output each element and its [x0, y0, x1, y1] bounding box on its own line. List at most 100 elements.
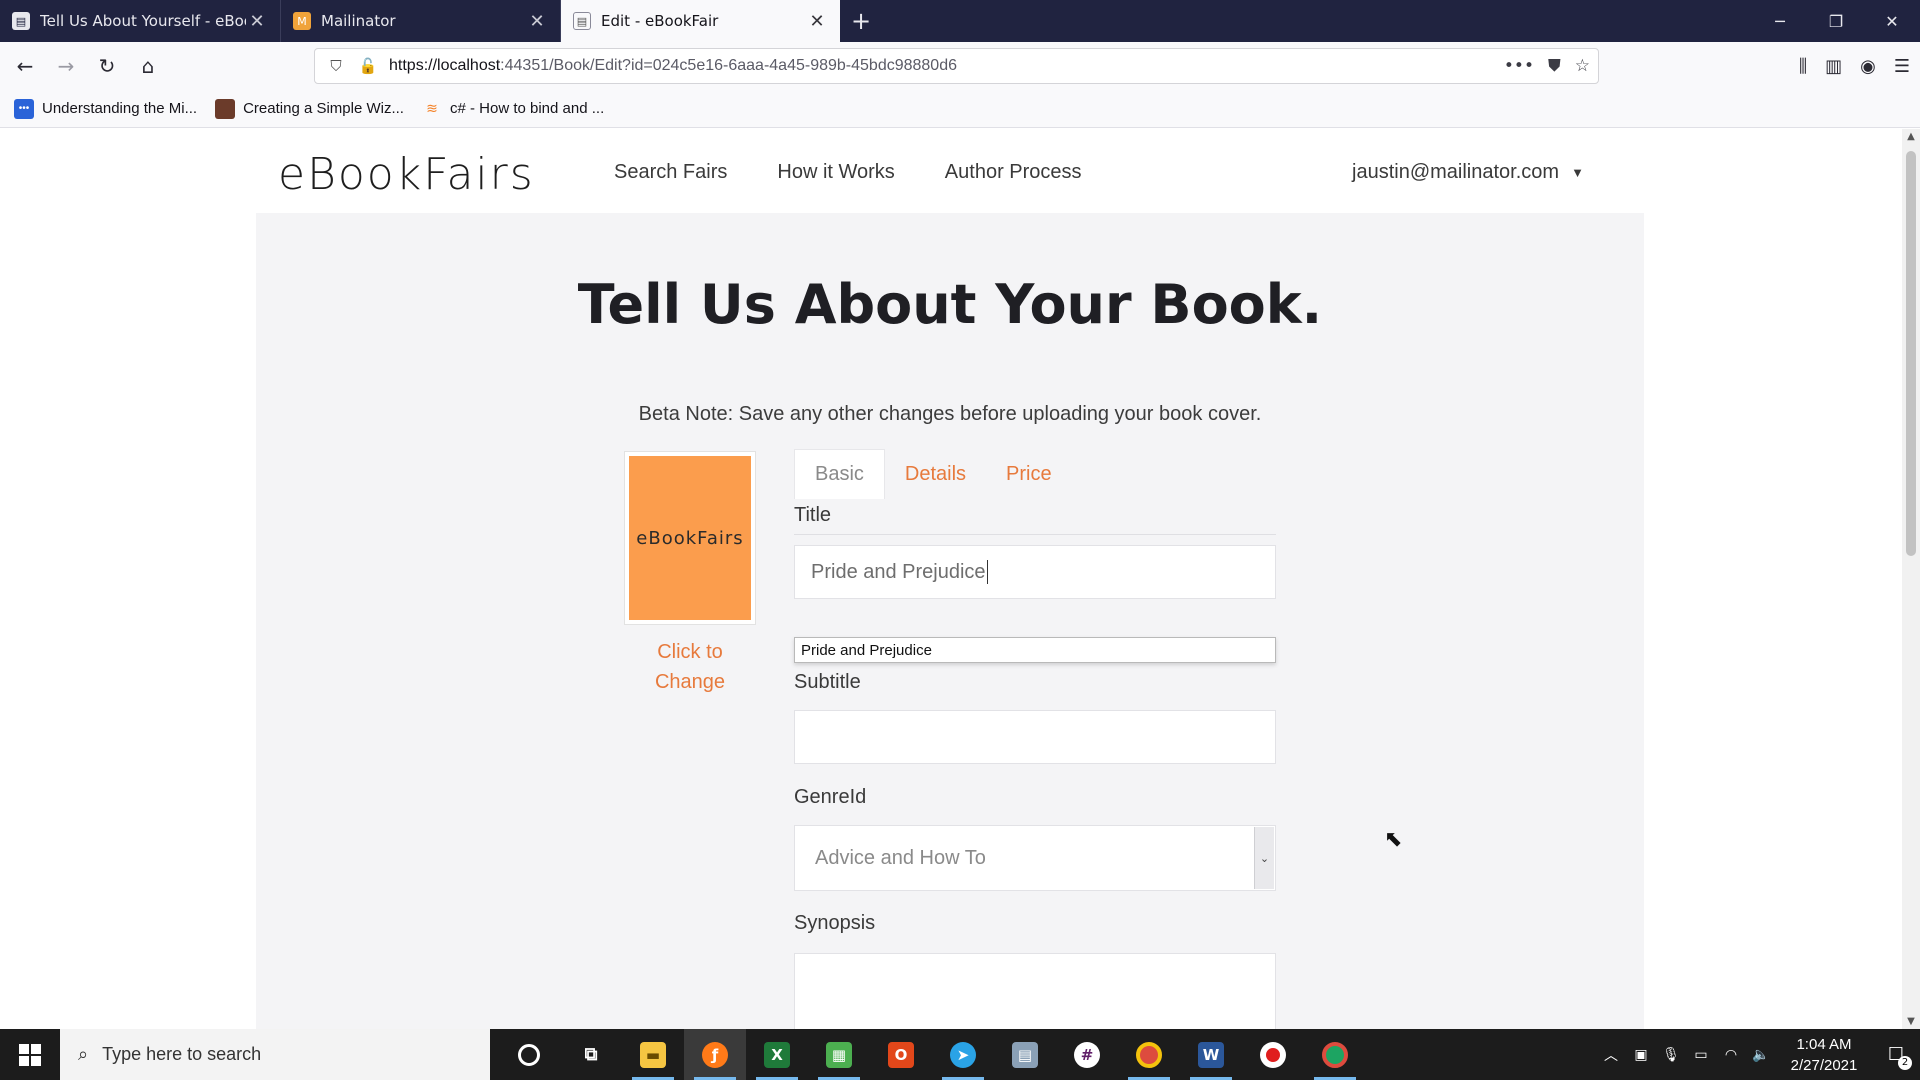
- genre-label: GenreId: [794, 786, 867, 808]
- slack-icon[interactable]: #: [1056, 1029, 1118, 1080]
- visual-studio-icon[interactable]: X: [746, 1029, 808, 1080]
- scroll-up-icon[interactable]: ▲: [1902, 131, 1920, 142]
- nav-how-it-works[interactable]: How it Works: [777, 161, 894, 184]
- menu-icon[interactable]: ☰: [1894, 56, 1910, 77]
- taskbar-search[interactable]: ⌕ Type here to search: [60, 1029, 490, 1080]
- close-tab-icon[interactable]: ✕: [806, 11, 828, 32]
- chevron-up-icon[interactable]: ︿: [1596, 1045, 1626, 1065]
- shield-icon[interactable]: ⛉: [325, 57, 347, 75]
- clock-date: 2/27/2021: [1790, 1056, 1858, 1074]
- close-tab-icon[interactable]: ✕: [526, 11, 548, 32]
- cover-image: eBookFairs: [629, 456, 751, 620]
- cortana-icon[interactable]: [498, 1029, 560, 1080]
- synopsis-textarea[interactable]: [794, 953, 1276, 1029]
- autocomplete-suggestion[interactable]: Pride and Prejudice: [794, 637, 1276, 663]
- bookmark-label: Creating a Simple Wiz...: [243, 100, 404, 117]
- close-window-icon[interactable]: ✕: [1864, 0, 1920, 42]
- text-cursor: [986, 560, 988, 584]
- pocket-icon[interactable]: ⛊: [1548, 56, 1561, 76]
- home-icon[interactable]: ⌂: [129, 47, 167, 85]
- url-text[interactable]: https://localhost:44351/Book/Edit?id=024…: [389, 57, 957, 75]
- tab-basic[interactable]: Basic: [794, 449, 885, 499]
- nav-author-process[interactable]: Author Process: [945, 161, 1082, 184]
- app-icon[interactable]: ▦: [808, 1029, 870, 1080]
- book-cover[interactable]: eBookFairs: [624, 451, 756, 625]
- title-value: Pride and Prejudice: [811, 560, 986, 583]
- bookmark-label: c# - How to bind and ...: [449, 100, 605, 117]
- lock-warning-icon[interactable]: 🔓: [357, 57, 379, 75]
- mailinator-icon: M: [293, 12, 311, 30]
- wifi-icon[interactable]: ◠: [1716, 1047, 1746, 1063]
- mouse-cursor-icon: ⬉: [1384, 827, 1403, 852]
- user-menu[interactable]: jaustin@mailinator.com ▼: [1352, 161, 1584, 184]
- browser-tab-active[interactable]: ▤ Edit - eBookFair ✕: [560, 0, 840, 42]
- url-host: https://localhost: [389, 57, 501, 74]
- record-icon[interactable]: [1242, 1029, 1304, 1080]
- user-email: jaustin@mailinator.com: [1352, 161, 1560, 183]
- search-placeholder: Type here to search: [102, 1044, 262, 1064]
- microphone-icon[interactable]: 🎙: [1656, 1047, 1686, 1063]
- windows-taskbar: ⌕ Type here to search ⧉ ▬ ƒ X ▦ O ➤ ▤ # …: [0, 1029, 1920, 1080]
- word-icon[interactable]: W: [1180, 1029, 1242, 1080]
- title-input[interactable]: Pride and Prejudice: [794, 545, 1276, 599]
- sidebar-icon[interactable]: ▥: [1825, 56, 1842, 77]
- genre-select[interactable]: Advice and How To ⌄: [794, 825, 1276, 891]
- task-view-icon[interactable]: ⧉: [560, 1029, 622, 1080]
- tab-price[interactable]: Price: [986, 449, 1072, 499]
- page-actions-icon[interactable]: •••: [1504, 56, 1534, 76]
- scrollbar-thumb[interactable]: [1906, 151, 1916, 556]
- office-icon[interactable]: O: [870, 1029, 932, 1080]
- url-path: :44351/Book/Edit?id=024c5e16-6aaa-4a45-9…: [500, 57, 957, 74]
- page-scrollbar[interactable]: ▲ ▼: [1902, 129, 1920, 1029]
- volume-icon[interactable]: 🔈: [1746, 1047, 1776, 1063]
- camera-icon[interactable]: ▣: [1626, 1047, 1656, 1063]
- page-title: Tell Us About Your Book.: [577, 273, 1323, 336]
- tab-details[interactable]: Details: [885, 449, 986, 499]
- main-nav: Search Fairs How it Works Author Process: [614, 161, 1082, 184]
- back-icon[interactable]: ←: [6, 47, 44, 85]
- account-icon[interactable]: ◉: [1860, 56, 1876, 77]
- site-header: eBookFairs Search Fairs How it Works Aut…: [0, 129, 1902, 213]
- new-tab-icon[interactable]: +: [840, 0, 882, 42]
- chrome-icon[interactable]: [1304, 1029, 1366, 1080]
- forward-icon[interactable]: →: [47, 47, 85, 85]
- site-logo[interactable]: eBookFairs: [278, 149, 535, 200]
- bookmark-icon: •••: [14, 98, 34, 119]
- browser-tab[interactable]: ▤ Tell Us About Yourself - eBookF ✕: [0, 0, 280, 42]
- beta-note: Beta Note: Save any other changes before…: [638, 403, 1262, 425]
- system-tray: ︿ ▣ 🎙 ▭ ◠ 🔈 1:04 AM 2/27/2021 ☐ 2: [1596, 1029, 1920, 1080]
- address-bar[interactable]: ⛉ 🔓 https://localhost:44351/Book/Edit?id…: [314, 48, 1599, 84]
- scroll-down-icon[interactable]: ▼: [1902, 1016, 1920, 1027]
- library-icon[interactable]: ⫼: [1799, 56, 1807, 77]
- minimize-icon[interactable]: ─: [1752, 0, 1808, 42]
- subtitle-input[interactable]: [794, 710, 1276, 764]
- bookmark-item[interactable]: ••• Understanding the Mi...: [14, 98, 198, 119]
- close-tab-icon[interactable]: ✕: [246, 11, 268, 32]
- stackoverflow-icon: ≋: [426, 100, 438, 116]
- bookmark-label: Understanding the Mi...: [42, 100, 198, 117]
- bookmark-item[interactable]: Creating a Simple Wiz...: [215, 98, 404, 119]
- bookmark-item[interactable]: ≋ c# - How to bind and ...: [422, 99, 604, 119]
- bookmarks-toolbar: ••• Understanding the Mi... Creating a S…: [0, 90, 1920, 128]
- restore-icon[interactable]: ❐: [1808, 0, 1864, 42]
- search-icon: ⌕: [78, 1044, 89, 1064]
- clock[interactable]: 1:04 AM 2/27/2021: [1776, 1034, 1872, 1076]
- browser-tab-strip: ▤ Tell Us About Yourself - eBookF ✕ M Ma…: [0, 0, 1920, 42]
- chrome-icon[interactable]: [1118, 1029, 1180, 1080]
- file-explorer-icon[interactable]: ▬: [622, 1029, 684, 1080]
- nav-search-fairs[interactable]: Search Fairs: [614, 161, 727, 184]
- book-edit-panel: Tell Us About Your Book. Beta Note: Save…: [256, 213, 1644, 1029]
- change-cover-link[interactable]: Click to Change: [624, 637, 756, 697]
- genre-value: Advice and How To: [815, 846, 986, 869]
- firefox-icon[interactable]: ƒ: [684, 1029, 746, 1080]
- chevron-down-icon[interactable]: ⌄: [1254, 827, 1274, 889]
- battery-icon[interactable]: ▭: [1686, 1047, 1716, 1063]
- page-viewport: eBookFairs Search Fairs How it Works Aut…: [0, 129, 1902, 1029]
- windows-start-icon[interactable]: [0, 1029, 60, 1080]
- app-icon[interactable]: ▤: [994, 1029, 1056, 1080]
- notification-icon[interactable]: ☐ 2: [1872, 1029, 1920, 1080]
- reload-icon[interactable]: ↻: [88, 47, 126, 85]
- browser-tab[interactable]: M Mailinator ✕: [280, 0, 560, 42]
- bookmark-star-icon[interactable]: ☆: [1575, 56, 1590, 76]
- telegram-icon[interactable]: ➤: [932, 1029, 994, 1080]
